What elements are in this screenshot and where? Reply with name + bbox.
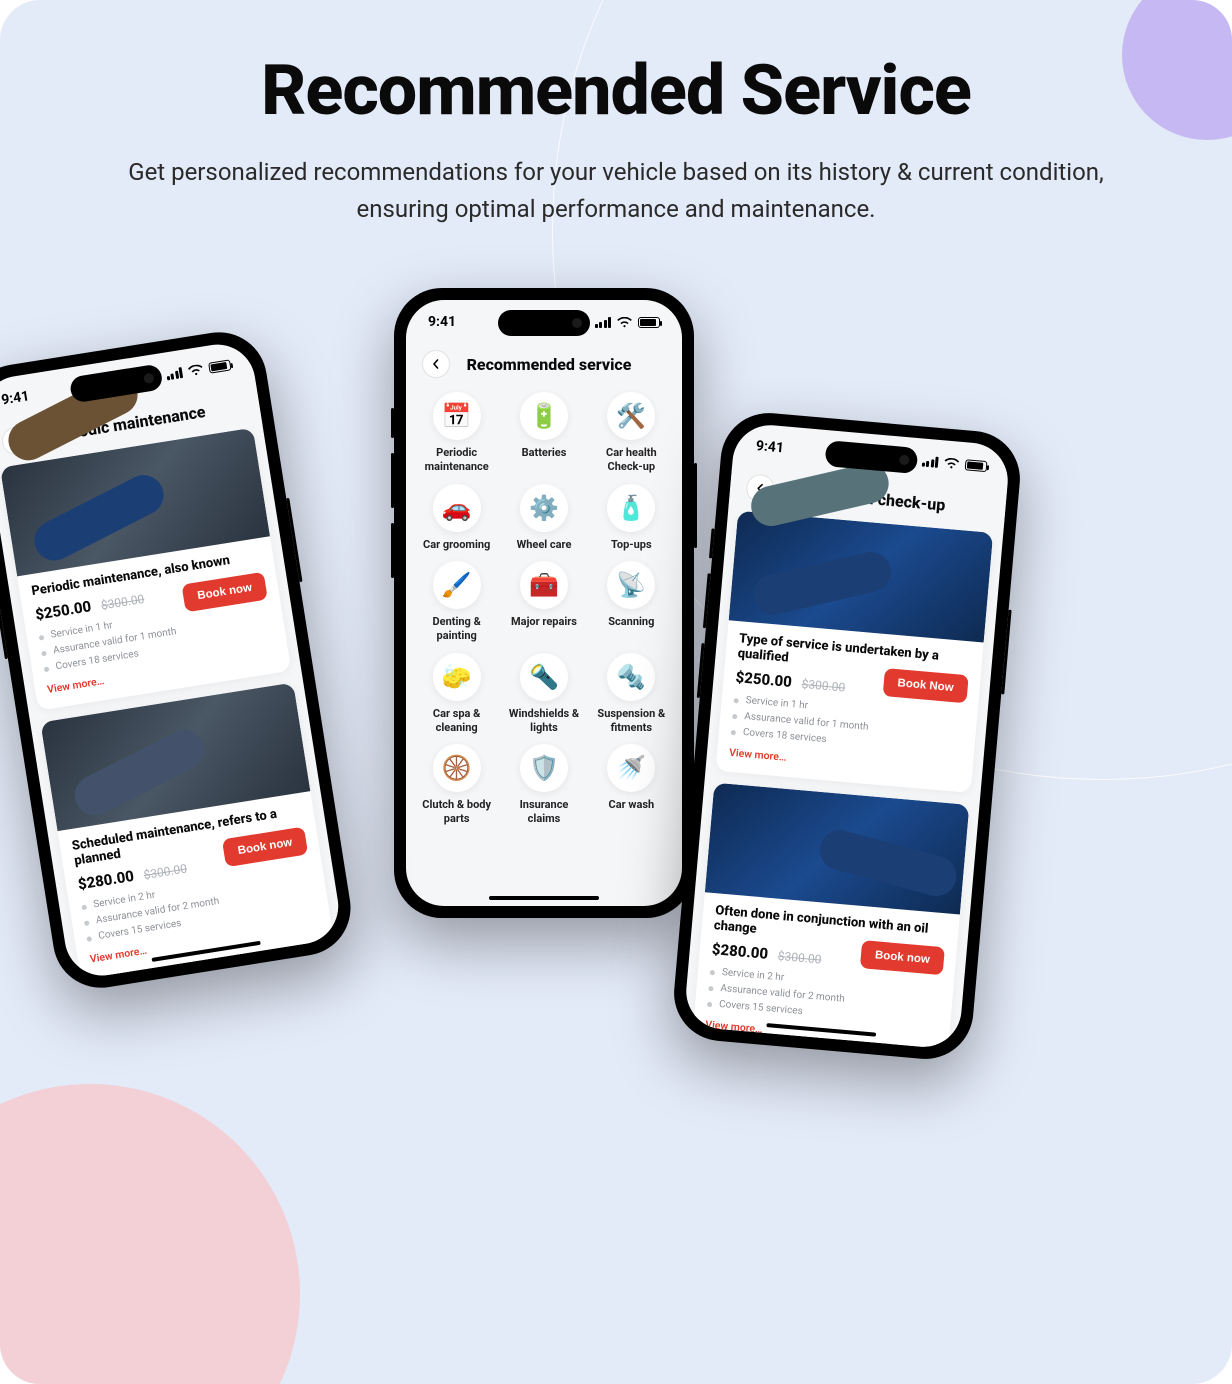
category-item[interactable]: 📡 Scanning <box>591 561 672 643</box>
category-item[interactable]: ⚙️ Wheel care <box>503 484 584 552</box>
category-label: Car grooming <box>423 538 490 552</box>
category-label: Wheel care <box>517 538 572 552</box>
signal-icon <box>165 367 183 380</box>
category-icon: 📡 <box>607 561 655 609</box>
card-price: $280.00 <box>711 940 769 963</box>
category-item[interactable]: 🔋 Batteries <box>503 392 584 474</box>
wifi-icon <box>617 317 632 328</box>
service-card[interactable]: Periodic maintenance, also known $250.00… <box>0 428 291 711</box>
category-label: Insurance claims <box>504 798 584 826</box>
category-label: Scanning <box>608 615 654 629</box>
category-icon: 🧽 <box>433 653 481 701</box>
category-item[interactable]: 🧰 Major repairs <box>503 561 584 643</box>
category-icon: 🔦 <box>520 653 568 701</box>
category-label: Car health Check-up <box>591 446 671 474</box>
category-item[interactable]: 🔦 Windshields & lights <box>503 653 584 735</box>
category-label: Major repairs <box>511 615 577 629</box>
wifi-icon <box>944 457 960 469</box>
book-now-button[interactable]: Book Now <box>882 668 968 703</box>
category-item[interactable]: 🛠️ Car health Check-up <box>591 392 672 474</box>
dynamic-island <box>498 310 590 336</box>
decor-blob-pink <box>0 1084 300 1384</box>
screen-title: Recommended service <box>432 355 666 374</box>
card-price: $250.00 <box>34 597 92 624</box>
hero-subtitle: Get personalized recommendations for you… <box>126 154 1106 228</box>
signal-icon <box>921 455 938 467</box>
signal-icon <box>595 317 612 328</box>
card-price-old: $300.00 <box>143 861 188 882</box>
phone-left: 9:41 Periodic maintenance Periodic maint… <box>0 325 357 994</box>
category-grid: 📅 Periodic maintenance 🔋 Batteries 🛠️ Car hea… <box>406 388 682 838</box>
view-more-link[interactable]: View more… <box>89 944 148 966</box>
category-item[interactable]: 🛞 Clutch & body parts <box>416 744 497 826</box>
category-label: Top-ups <box>611 538 652 552</box>
card-price: $280.00 <box>77 867 135 894</box>
category-item[interactable]: 🚗 Car grooming <box>416 484 497 552</box>
category-icon: 🧰 <box>520 561 568 609</box>
view-more-link[interactable]: View more… <box>729 746 787 764</box>
category-icon: 🚗 <box>433 484 481 532</box>
category-item[interactable]: 🖌️ Denting & painting <box>416 561 497 643</box>
category-label: Car wash <box>609 798 655 812</box>
category-label: Periodic maintenance <box>417 446 497 474</box>
card-price-old: $300.00 <box>777 949 822 967</box>
category-item[interactable]: 🔩 Suspension & fitments <box>591 653 672 735</box>
category-label: Batteries <box>522 446 567 460</box>
service-card[interactable]: Often done in conjunction with an oil ch… <box>692 783 970 1050</box>
phone-center: 9:41 Recommended service 📅 Periodic maint… <box>394 288 694 918</box>
category-icon: 🔋 <box>520 392 568 440</box>
category-icon: 🖌️ <box>433 561 481 609</box>
phone-right: 9:41 Car health check-up Type of service <box>670 409 1024 1063</box>
category-label: Windshields & lights <box>504 707 584 735</box>
card-price: $250.00 <box>735 668 793 691</box>
hero: Recommended Service Get personalized rec… <box>0 0 1232 228</box>
battery-icon <box>208 359 231 373</box>
category-icon: ⚙️ <box>520 484 568 532</box>
category-label: Clutch & body parts <box>417 798 497 826</box>
marketing-panel: Recommended Service Get personalized rec… <box>0 0 1232 1384</box>
book-now-button[interactable]: Book now <box>860 940 945 975</box>
status-time: 9:41 <box>755 438 784 456</box>
hero-title: Recommended Service <box>0 50 1232 132</box>
category-label: Suspension & fitments <box>591 707 671 735</box>
category-icon: 🧴 <box>607 484 655 532</box>
view-more-link[interactable]: View more… <box>46 674 105 696</box>
category-item[interactable]: 🚿 Car wash <box>591 744 672 826</box>
battery-icon <box>638 317 660 328</box>
service-card[interactable]: Type of service is undertaken by a quali… <box>715 511 993 793</box>
category-icon: 📅 <box>433 392 481 440</box>
category-item[interactable]: 📅 Periodic maintenance <box>416 392 497 474</box>
status-time: 9:41 <box>428 314 456 330</box>
category-item[interactable]: 🧴 Top-ups <box>591 484 672 552</box>
category-item[interactable]: 🛡️ Insurance claims <box>503 744 584 826</box>
category-icon: 🛠️ <box>607 392 655 440</box>
category-icon: 🚿 <box>607 744 655 792</box>
category-label: Denting & painting <box>417 615 497 643</box>
battery-icon <box>965 459 988 472</box>
home-indicator <box>489 896 599 901</box>
card-price-old: $300.00 <box>801 677 846 695</box>
category-icon: 🛞 <box>433 744 481 792</box>
wifi-icon <box>187 363 204 376</box>
status-time: 9:41 <box>0 388 30 408</box>
view-more-link[interactable]: View more… <box>705 1018 763 1036</box>
category-icon: 🔩 <box>607 653 655 701</box>
service-card[interactable]: Scheduled maintenance, refers to a plann… <box>40 682 334 980</box>
card-price-old: $300.00 <box>100 592 145 613</box>
category-label: Car spa & cleaning <box>417 707 497 735</box>
category-icon: 🛡️ <box>520 744 568 792</box>
category-item[interactable]: 🧽 Car spa & cleaning <box>416 653 497 735</box>
